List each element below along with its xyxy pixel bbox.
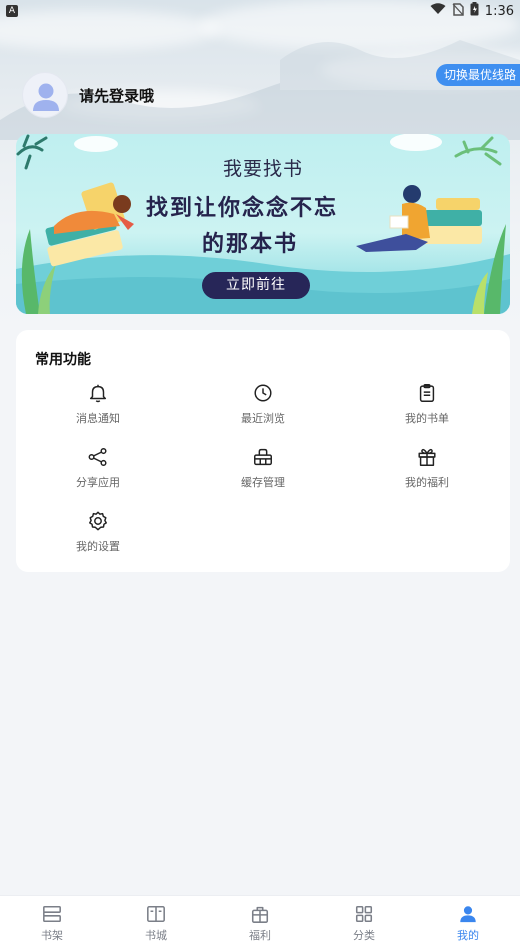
avatar[interactable]: [22, 72, 68, 118]
tab-label: 福利: [249, 929, 271, 942]
status-time: 1:36: [484, 3, 514, 19]
function-label: 我的书单: [405, 412, 449, 425]
banner-title-line2: 的那本书: [202, 232, 299, 257]
switch-line-button[interactable]: 切换最优线路: [435, 64, 520, 86]
basket-icon: [254, 448, 272, 466]
function-benefits[interactable]: 我的福利: [367, 446, 487, 490]
find-book-banner[interactable]: 我要找书 找到让你念念不忘 的那本书 立即前往: [16, 134, 510, 314]
status-bar: A 1:36: [0, 0, 520, 22]
common-functions-card: 常用功能 消息通知 最近浏览 我的书单 分享应用 缓存管理 我的福利 我的设置: [16, 330, 510, 572]
tab-mine[interactable]: 我的: [416, 896, 520, 948]
battery-icon: [470, 2, 479, 20]
bookshelf-icon: [43, 905, 61, 923]
share-icon: [88, 448, 107, 466]
open-book-icon: [147, 905, 165, 923]
reading-girl-right-illustration: [356, 185, 482, 252]
tab-benefits[interactable]: 福利: [208, 896, 312, 948]
gift-icon: [418, 448, 436, 466]
tab-label: 书架: [41, 929, 63, 942]
function-label: 最近浏览: [241, 412, 285, 425]
function-label: 缓存管理: [241, 476, 285, 489]
function-recent[interactable]: 最近浏览: [203, 382, 323, 426]
status-indicator: A: [6, 5, 18, 17]
tab-label: 分类: [353, 929, 375, 942]
clock-icon: [254, 384, 272, 402]
no-sim-icon: [452, 2, 464, 20]
tab-bookshelf[interactable]: 书架: [0, 896, 104, 948]
common-functions-title: 常用功能: [35, 352, 91, 368]
function-label: 我的福利: [405, 476, 449, 489]
login-prompt[interactable]: 请先登录哦: [79, 85, 154, 106]
tab-categories[interactable]: 分类: [312, 896, 416, 948]
banner-subtitle: 我要找书: [222, 158, 303, 180]
function-label: 分享应用: [76, 476, 120, 489]
clipboard-icon: [419, 384, 435, 402]
banner-title-line1: 找到让你念念不忘: [146, 196, 339, 221]
function-settings[interactable]: 我的设置: [38, 510, 158, 554]
wifi-icon: [430, 3, 446, 19]
function-label: 我的设置: [76, 540, 120, 553]
function-booklist[interactable]: 我的书单: [367, 382, 487, 426]
function-label: 消息通知: [76, 412, 120, 425]
bottom-tab-bar: 书架 书城 福利 分类 我的: [0, 895, 520, 948]
tab-bookstore[interactable]: 书城: [104, 896, 208, 948]
tab-label: 我的: [457, 929, 479, 942]
gear-icon: [89, 511, 107, 531]
tab-label: 书城: [145, 929, 167, 942]
reading-girl-left-illustration: [45, 182, 134, 267]
user-login-row[interactable]: 请先登录哦: [22, 72, 154, 118]
function-cache[interactable]: 缓存管理: [203, 446, 323, 490]
bell-icon: [89, 384, 107, 403]
function-notifications[interactable]: 消息通知: [38, 382, 158, 426]
go-now-button[interactable]: 立即前往: [202, 272, 310, 299]
person-icon: [460, 906, 476, 923]
gift-box-icon: [251, 906, 269, 923]
function-share[interactable]: 分享应用: [38, 446, 158, 490]
grid-icon: [355, 905, 373, 923]
